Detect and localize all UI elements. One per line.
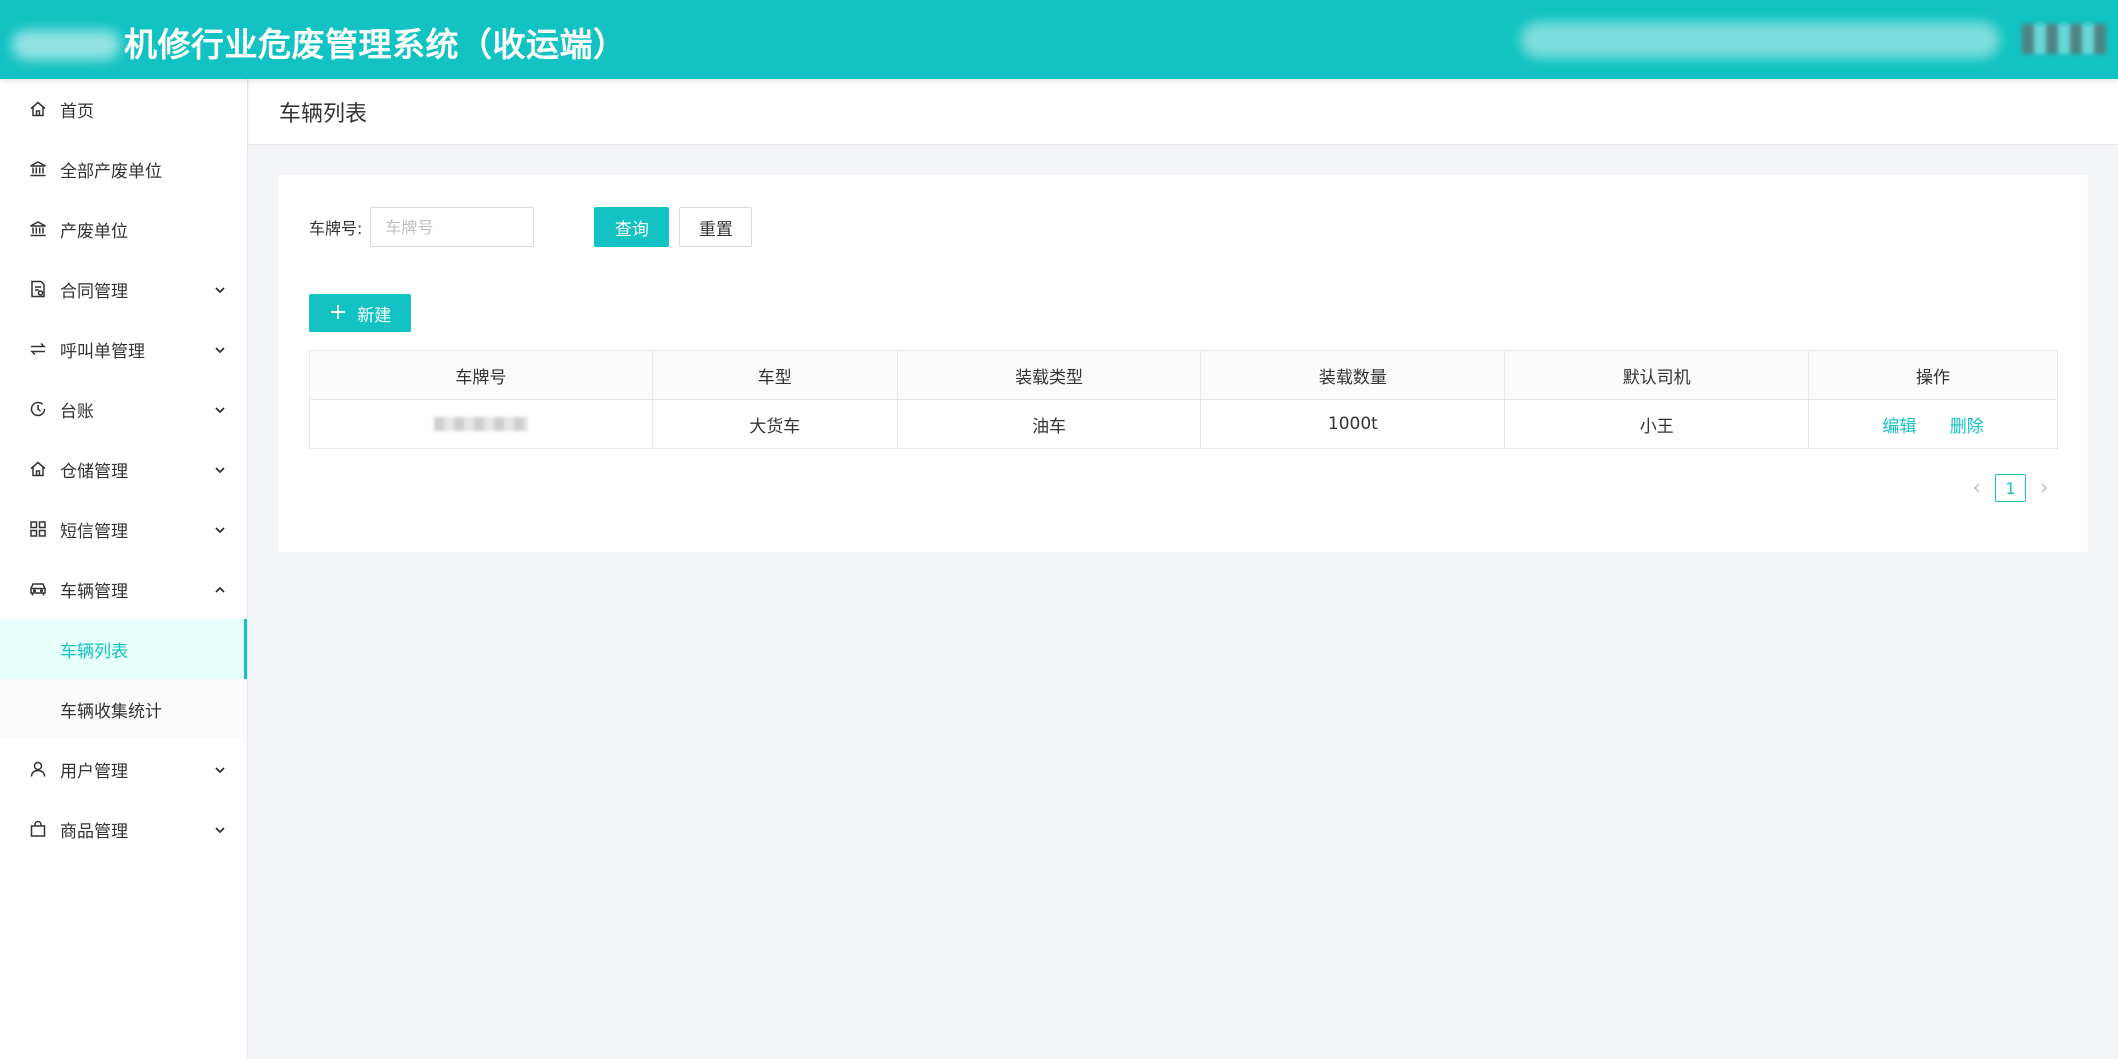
sidebar-item-label: 产废单位 <box>60 221 128 242</box>
sidebar-item-label: 车辆列表 <box>60 641 128 662</box>
delete-link[interactable]: 删除 <box>1950 417 1984 437</box>
chevron-up-icon <box>213 582 227 596</box>
chevron-down-icon <box>213 402 227 416</box>
sidebar-item-waste-units[interactable]: 产废单位 <box>0 199 247 259</box>
swap-icon <box>29 340 47 358</box>
sidebar-item-label: 短信管理 <box>60 521 128 542</box>
sidebar-item-label: 用户管理 <box>60 761 128 782</box>
plate-number-input[interactable] <box>370 207 535 247</box>
column-header-load-type: 装载类型 <box>897 350 1202 400</box>
sidebar-item-label: 台账 <box>60 401 94 422</box>
reset-button[interactable]: 重置 <box>679 207 753 247</box>
column-header-plate: 车牌号 <box>309 350 653 400</box>
table-header-row: 车牌号 车型 装载类型 装载数量 默认司机 操作 <box>309 350 2058 400</box>
sidebar-item-label: 首页 <box>60 101 94 122</box>
sidebar-item-vehicles[interactable]: 车辆管理 <box>0 559 247 619</box>
chevron-down-icon <box>213 762 227 776</box>
sidebar-item-products[interactable]: 商品管理 <box>0 799 247 859</box>
new-button-label: 新建 <box>357 305 392 326</box>
sidebar-item-label: 车辆管理 <box>60 581 128 602</box>
plate-number-label: 车牌号: <box>309 219 363 238</box>
cell-load-quantity: 1000t <box>1200 399 1506 449</box>
cell-actions: 编辑 删除 <box>1809 400 2058 449</box>
cell-load-type: 油车 <box>897 399 1202 449</box>
bank-icon <box>29 160 47 178</box>
user-icon <box>29 760 47 778</box>
contract-icon <box>29 280 47 298</box>
sidebar-item-label: 车辆收集统计 <box>60 701 162 722</box>
edit-link[interactable]: 编辑 <box>1882 417 1916 437</box>
search-form: 车牌号: 查询 重置 <box>309 206 753 248</box>
avatar[interactable] <box>2022 24 2106 54</box>
sidebar-item-warehouse[interactable]: 仓储管理 <box>0 439 247 499</box>
page-title: 车辆列表 <box>279 101 368 127</box>
vehicle-table: 车牌号 车型 装载类型 装载数量 默认司机 操作 大货车 油车 1000t 小王… <box>309 350 2058 449</box>
cell-plate-number <box>309 399 653 449</box>
car-icon <box>29 580 47 598</box>
sidebar-item-users[interactable]: 用户管理 <box>0 739 247 799</box>
cell-default-driver: 小王 <box>1504 399 1810 449</box>
sidebar-item-label: 全部产废单位 <box>60 161 162 182</box>
history-icon <box>29 400 47 418</box>
shopping-icon <box>29 820 47 838</box>
sidebar-item-home[interactable]: 首页 <box>0 79 247 139</box>
sidebar-item-call-orders[interactable]: 呼叫单管理 <box>0 319 247 379</box>
redacted-user-info[interactable] <box>1520 22 2000 58</box>
column-header-default-driver: 默认司机 <box>1504 350 1810 400</box>
sidebar: 首页 全部产废单位 产废单位 合同管理 呼叫单管理 台账 仓储管理 短信管理 车… <box>0 79 248 1059</box>
redacted-plate-number <box>433 417 528 431</box>
sidebar-item-all-waste-units[interactable]: 全部产废单位 <box>0 139 247 199</box>
chevron-left-icon[interactable] <box>1969 480 1985 496</box>
table-row: 大货车 油车 1000t 小王 编辑 删除 <box>309 399 2058 449</box>
sidebar-item-ledger[interactable]: 台账 <box>0 379 247 439</box>
chevron-down-icon <box>213 822 227 836</box>
page-number-current[interactable]: 1 <box>1995 474 2026 502</box>
sidebar-item-vehicle-list[interactable]: 车辆列表 <box>0 619 247 679</box>
chevron-down-icon <box>213 282 227 296</box>
column-header-actions: 操作 <box>1808 350 2058 400</box>
chevron-down-icon <box>213 462 227 476</box>
sidebar-item-label: 商品管理 <box>60 821 128 842</box>
cell-vehicle-type: 大货车 <box>652 399 898 449</box>
app-title: 机修行业危废管理系统（收运端） <box>12 18 627 66</box>
query-button[interactable]: 查询 <box>594 207 670 247</box>
sidebar-item-label: 合同管理 <box>60 281 128 302</box>
home-icon <box>29 100 47 118</box>
column-header-vehicle-type: 车型 <box>652 350 898 400</box>
vehicles-submenu: 车辆列表 车辆收集统计 <box>0 619 247 739</box>
sidebar-item-sms[interactable]: 短信管理 <box>0 499 247 559</box>
sidebar-item-contract[interactable]: 合同管理 <box>0 259 247 319</box>
chevron-down-icon <box>213 342 227 356</box>
top-header: 机修行业危废管理系统（收运端） <box>0 0 2118 79</box>
vehicle-list-card: 车牌号: 查询 重置 + 新建 车牌号 车型 装载类型 装载数量 默认司机 操作 <box>279 175 2088 552</box>
sidebar-item-label: 呼叫单管理 <box>60 341 145 362</box>
new-vehicle-button[interactable]: + 新建 <box>309 294 411 332</box>
appstore-icon <box>29 520 47 538</box>
column-header-load-quantity: 装载数量 <box>1200 350 1506 400</box>
redacted-title-prefix <box>12 30 120 60</box>
sidebar-item-label: 仓储管理 <box>60 461 128 482</box>
home-icon <box>29 460 47 478</box>
page-header: 车辆列表 <box>249 79 2118 145</box>
bank-icon <box>29 220 47 238</box>
sidebar-item-vehicle-collection-stats[interactable]: 车辆收集统计 <box>0 679 247 739</box>
main-content: 车辆列表 车牌号: 查询 重置 + 新建 车牌号 车型 装载类型 装载数量 默认… <box>249 79 2118 1059</box>
chevron-down-icon <box>213 522 227 536</box>
plus-icon: + <box>328 300 348 325</box>
chevron-right-icon[interactable] <box>2036 480 2052 496</box>
pagination: 1 <box>1969 474 2052 502</box>
